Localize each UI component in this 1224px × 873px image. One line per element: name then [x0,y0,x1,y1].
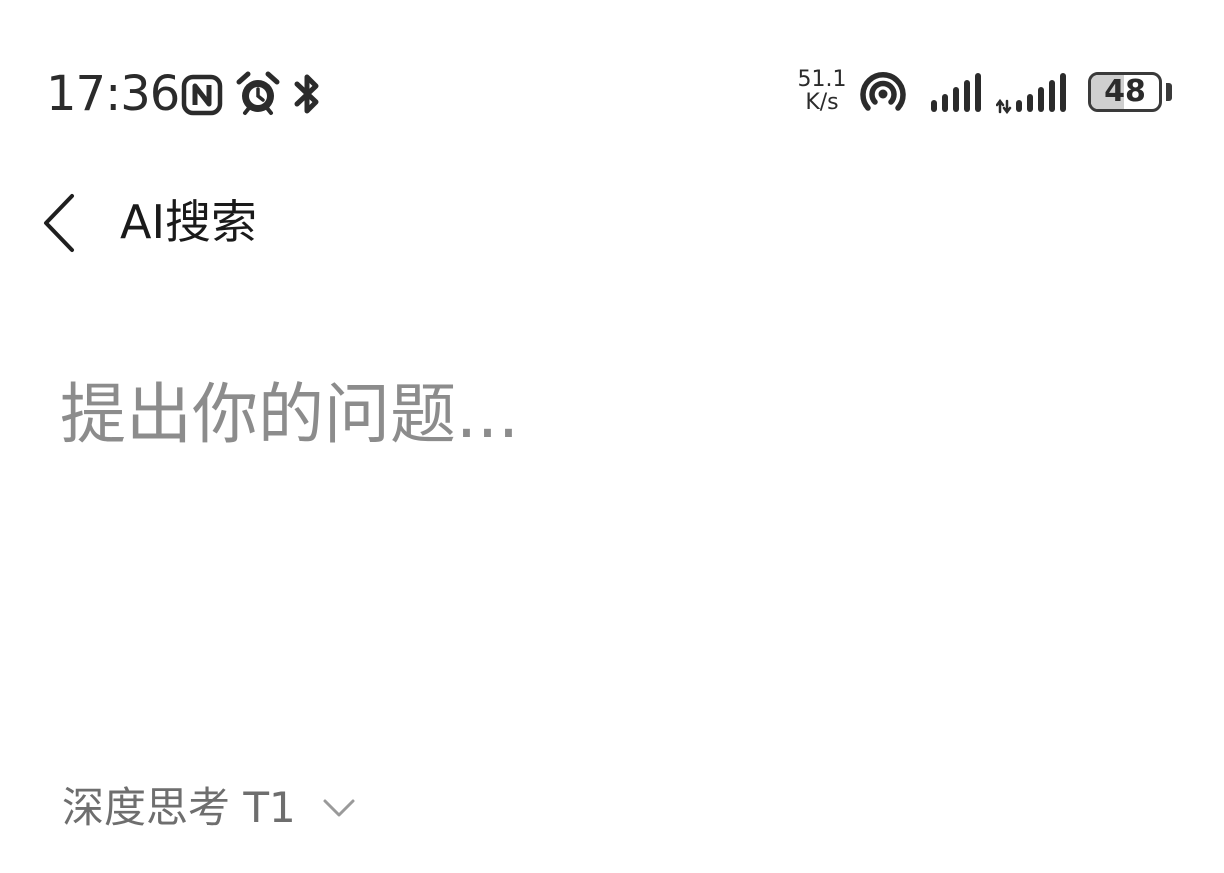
chevron-down-icon [323,799,355,817]
signal-hd-icon [996,73,1066,114]
model-selector-label: 深度思考 T1 [62,783,296,832]
back-button[interactable] [30,188,90,258]
battery-indicator: 48 [1088,72,1162,112]
network-speed-unit: K/s [805,90,839,115]
status-time: 17:36 [46,66,180,122]
network-speed: 51.1 K/s [794,68,850,114]
status-bar: 17:36 51.1 K/s 48 [0,0,1224,140]
network-speed-value: 51.1 [797,67,847,92]
battery-cap [1166,83,1172,101]
alarm-icon [236,71,280,115]
model-selector[interactable]: 深度思考 T1 [62,776,356,840]
hotspot-icon [860,72,906,111]
battery-level: 48 [1104,74,1146,109]
nfc-icon [181,74,223,116]
bluetooth-icon [294,74,319,114]
page-title: AI搜索 [120,195,258,249]
signal-icon [931,73,981,112]
question-input[interactable] [60,360,1160,470]
chevron-left-icon [44,194,74,252]
